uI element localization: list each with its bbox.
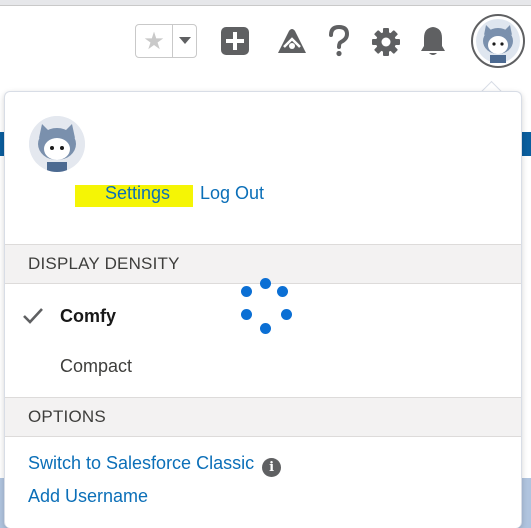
add-username-link[interactable]: Add Username: [28, 486, 148, 507]
favorites-menu-button[interactable]: [173, 25, 196, 57]
plus-icon: [221, 27, 249, 55]
page-top-edge: [0, 0, 531, 6]
profile-avatar: [29, 116, 85, 172]
star-icon: ★: [143, 27, 165, 55]
bell-icon: [421, 27, 445, 55]
trailhead-icon: [278, 29, 306, 53]
density-option-label: Comfy: [60, 305, 117, 326]
profile-avatar-button[interactable]: [471, 14, 525, 68]
checkmark-icon: [22, 308, 43, 324]
switch-classic-row: Switch to Salesforce Classic i: [28, 453, 282, 477]
gear-icon: [372, 28, 400, 56]
options-heading: OPTIONS: [5, 397, 521, 437]
profile-menu-panel: Settings Log Out DISPLAY DENSITY Comfy C…: [4, 91, 522, 528]
switch-to-classic-link[interactable]: Switch to Salesforce Classic: [28, 453, 254, 473]
help-button[interactable]: [325, 24, 353, 58]
question-icon: [329, 25, 350, 57]
trailhead-button[interactable]: [275, 26, 309, 56]
settings-link[interactable]: Settings: [105, 183, 170, 204]
density-option-label: Compact: [60, 355, 133, 376]
logout-link[interactable]: Log Out: [200, 183, 264, 204]
favorites-group: ★: [135, 24, 197, 58]
spinner-dot: [260, 278, 271, 289]
setup-button[interactable]: [370, 26, 402, 58]
spinner-dot: [260, 323, 271, 334]
notifications-button[interactable]: [418, 24, 448, 58]
astro-avatar-icon: [476, 19, 520, 63]
spinner-dot: [281, 309, 292, 320]
chevron-down-icon: [178, 37, 191, 44]
spinner-dot: [241, 309, 252, 320]
spinner-dot: [241, 286, 252, 297]
spinner-dot: [277, 286, 288, 297]
loading-spinner: [237, 278, 295, 336]
density-option-compact[interactable]: Compact: [5, 343, 521, 389]
favorites-star-button[interactable]: ★: [136, 25, 173, 57]
astro-avatar-icon: [29, 116, 85, 172]
global-actions-button[interactable]: [220, 26, 250, 56]
info-icon[interactable]: i: [262, 458, 282, 477]
